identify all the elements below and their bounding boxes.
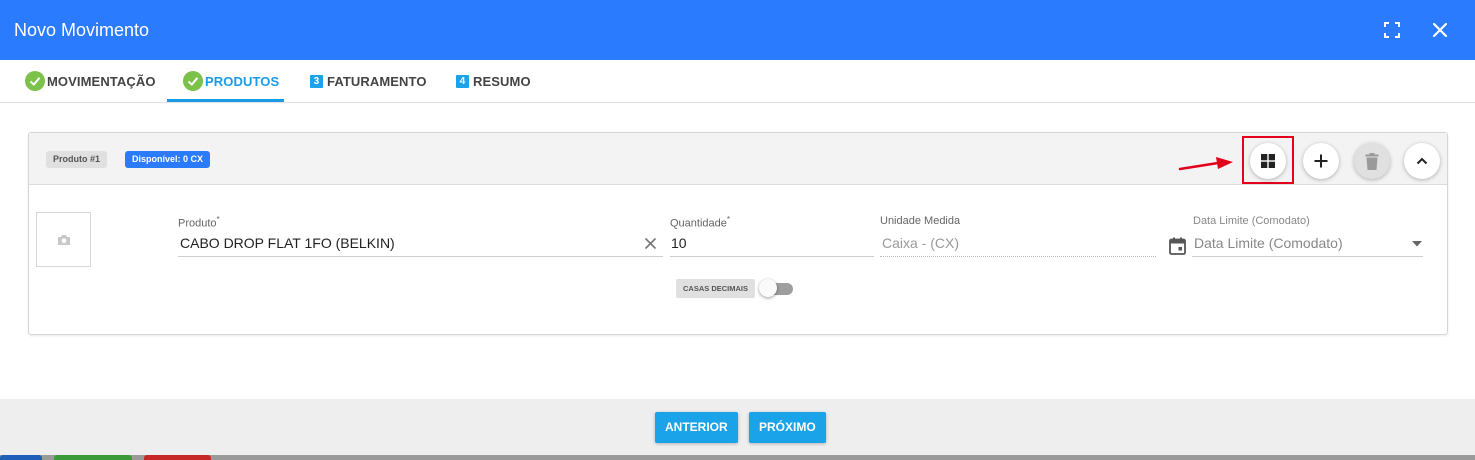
tab-label: PRODUTOS xyxy=(205,73,280,89)
casas-decimais-label: CASAS DECIMAIS xyxy=(676,279,756,298)
collapse-button[interactable] xyxy=(1404,143,1440,179)
tab-label: FATURAMENTO xyxy=(327,73,427,89)
dialog-title: Novo Movimento xyxy=(14,20,150,40)
step-number-badge: 3 xyxy=(310,74,323,88)
produto-underline xyxy=(178,256,663,257)
background-tab-segment xyxy=(144,455,211,460)
tab-label: RESUMO xyxy=(473,73,531,89)
quantidade-label: Quantidade* xyxy=(670,215,731,230)
produto-label: Produto* xyxy=(178,215,220,230)
previous-button[interactable]: ANTERIOR xyxy=(655,412,738,443)
close-icon[interactable] xyxy=(1429,19,1451,41)
active-tab-indicator xyxy=(167,99,284,102)
dropdown-arrow-icon[interactable] xyxy=(1412,241,1422,247)
quantidade-input[interactable]: 10 xyxy=(671,235,687,251)
check-circle-icon xyxy=(183,71,203,91)
tab-faturamento[interactable]: 3 FATURAMENTO xyxy=(310,60,427,102)
calendar-icon[interactable] xyxy=(1169,237,1186,255)
unidade-label: Unidade Medida xyxy=(880,215,961,227)
dialog-footer: ANTERIOR PRÓXIMO xyxy=(0,399,1475,455)
background-tab-segment xyxy=(0,455,42,460)
product-card-header: Produto #1 Disponível: 0 CX xyxy=(29,133,1447,185)
tab-produtos[interactable]: PRODUTOS xyxy=(183,60,279,102)
data-limite-underline xyxy=(1192,256,1423,257)
delete-product-button[interactable] xyxy=(1354,143,1390,179)
wizard-tabs: MOVIMENTAÇÃO PRODUTOS 3 FATURAMENTO 4 RE… xyxy=(0,60,1475,103)
chevron-up-icon xyxy=(1416,157,1428,165)
data-limite-select[interactable]: Data Limite (Comodato) xyxy=(1194,235,1343,251)
toggle-knob[interactable] xyxy=(759,279,777,297)
produto-input[interactable]: CABO DROP FLAT 1FO (BELKIN) xyxy=(180,235,395,251)
unidade-input: Caixa - (CX) xyxy=(882,235,960,251)
product-number-badge: Produto #1 xyxy=(46,151,108,168)
unidade-underline xyxy=(880,256,1156,257)
tab-resumo[interactable]: 4 RESUMO xyxy=(456,60,531,102)
step-number-badge: 4 xyxy=(456,74,469,88)
tab-movimentacao[interactable]: MOVIMENTAÇÃO xyxy=(25,60,156,102)
camera-icon xyxy=(57,234,70,245)
quantidade-underline xyxy=(670,256,874,257)
tab-label: MOVIMENTAÇÃO xyxy=(47,73,156,89)
trash-icon xyxy=(1365,152,1379,170)
add-icon xyxy=(1314,154,1328,168)
fullscreen-icon[interactable] xyxy=(1384,22,1400,38)
background-strip xyxy=(0,455,1475,460)
grid-view-button[interactable] xyxy=(1250,143,1286,179)
available-stock-badge: Disponível: 0 CX xyxy=(125,151,211,168)
grid-view-icon xyxy=(1261,154,1275,168)
background-tab-segment xyxy=(54,455,132,460)
next-button[interactable]: PRÓXIMO xyxy=(749,412,826,443)
add-product-button[interactable] xyxy=(1303,143,1339,179)
product-photo[interactable] xyxy=(36,212,91,267)
clear-icon[interactable] xyxy=(644,237,657,250)
annotation-arrow-icon xyxy=(1178,157,1233,171)
data-limite-label: Data Limite (Comodato) xyxy=(1193,215,1310,227)
product-card: Produto #1 Disponível: 0 CX Produto* CAB… xyxy=(28,132,1448,335)
check-circle-icon xyxy=(25,71,45,91)
dialog-header: Novo Movimento xyxy=(0,0,1475,60)
